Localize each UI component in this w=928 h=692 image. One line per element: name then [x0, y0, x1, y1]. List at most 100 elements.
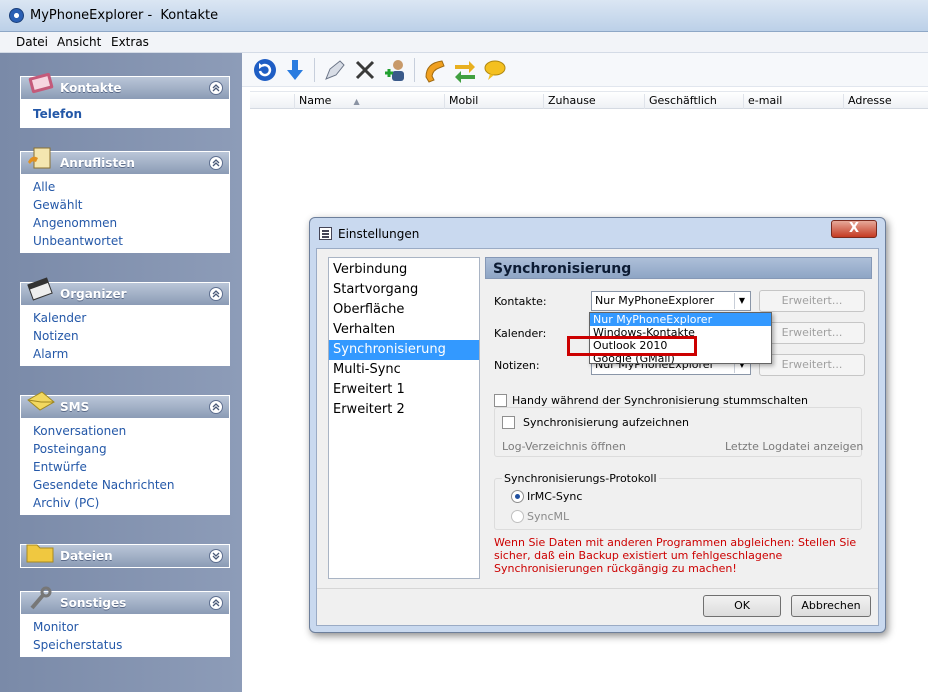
sidebar-item-gesendete[interactable]: Gesendete Nachrichten	[33, 476, 229, 494]
combo-value: Nur MyPhoneExplorer	[595, 294, 715, 307]
warning-line-1: Wenn Sie Daten mit anderen Programmen ab…	[494, 536, 857, 549]
nav-oberflaeche[interactable]: Oberfläche	[329, 300, 479, 320]
panel-kontakte: Kontakte Telefon	[20, 72, 230, 128]
sidebar-item-monitor[interactable]: Monitor	[33, 618, 229, 636]
app-icon	[9, 8, 24, 23]
log-dir-link[interactable]: Log-Verzeichnis öffnen	[502, 440, 626, 453]
close-button[interactable]: X	[831, 220, 877, 238]
collapse-icon[interactable]	[209, 81, 223, 95]
sidebar-item-entwuerfe[interactable]: Entwürfe	[33, 458, 229, 476]
edit-icon[interactable]	[322, 57, 348, 83]
sidebar-item-notizen[interactable]: Notizen	[33, 327, 229, 345]
column-email[interactable]: e-mail	[743, 94, 843, 109]
sidebar-item-posteingang[interactable]: Posteingang	[33, 440, 229, 458]
panel-title: SMS	[60, 400, 90, 414]
column-geschaeftlich[interactable]: Geschäftlich	[644, 94, 743, 109]
sidebar-item-konversationen[interactable]: Konversationen	[33, 422, 229, 440]
nav-verhalten[interactable]: Verhalten	[329, 320, 479, 340]
sidebar-item-speicherstatus[interactable]: Speicherstatus	[33, 636, 229, 654]
download-icon[interactable]	[282, 57, 308, 83]
panel-anruflisten: Anruflisten Alle Gewählt Angenommen Unbe…	[20, 147, 230, 253]
panel-body: Konversationen Posteingang Entwürfe Gese…	[20, 419, 230, 515]
panel-header-dateien[interactable]: Dateien	[20, 544, 230, 568]
panel-header-kontakte[interactable]: Kontakte	[20, 72, 230, 100]
toolbar	[242, 53, 928, 87]
expand-icon[interactable]	[209, 549, 223, 563]
column-mobil[interactable]: Mobil	[444, 94, 543, 109]
label-notizen: Notizen:	[494, 359, 540, 372]
label-kalender: Kalender:	[494, 327, 547, 340]
panel-title: Dateien	[60, 549, 113, 563]
panel-header-sms[interactable]: SMS	[20, 391, 230, 419]
sidebar-item-angenommen[interactable]: Angenommen	[33, 214, 229, 232]
call-icon[interactable]	[422, 57, 448, 83]
collapse-icon[interactable]	[209, 156, 223, 170]
record-checkbox[interactable]	[502, 416, 515, 429]
sync-icon[interactable]	[452, 57, 478, 83]
nav-synchronisierung[interactable]: Synchronisierung	[329, 340, 479, 360]
column-zuhause[interactable]: Zuhause	[543, 94, 644, 109]
sidebar-item-unbeantwortet[interactable]: Unbeantwortet	[33, 232, 229, 250]
column-label: Name	[299, 94, 332, 107]
panel-title: Kontakte	[60, 81, 122, 95]
collapse-icon[interactable]	[209, 596, 223, 610]
sidebar-item-alle[interactable]: Alle	[33, 178, 229, 196]
message-icon[interactable]	[482, 57, 508, 83]
panel-header-organizer[interactable]: Organizer	[20, 277, 230, 306]
menu-datei[interactable]: Datei	[16, 35, 48, 49]
column-name[interactable]: Name ▲	[294, 94, 444, 109]
sidebar-item-alarm[interactable]: Alarm	[33, 345, 229, 363]
sort-ascending-icon: ▲	[353, 97, 360, 106]
last-log-link[interactable]: Letzte Logdatei anzeigen	[725, 440, 863, 453]
add-contact-icon[interactable]	[382, 57, 408, 83]
erweitert-kalender-button[interactable]: Erweitert...	[759, 322, 865, 344]
window-title: MyPhoneExplorer - Kontakte	[30, 8, 219, 23]
section-title: Synchronisierung	[485, 257, 872, 279]
folder-icon	[26, 544, 54, 563]
nav-erweitert-1[interactable]: Erweitert 1	[329, 380, 479, 400]
settings-dialog: Einstellungen X Verbindung Startvorgang …	[309, 217, 886, 633]
panel-title: Sonstiges	[60, 596, 127, 610]
collapse-icon[interactable]	[209, 287, 223, 301]
sidebar: Kontakte Telefon Anruflisten Alle Gewähl…	[0, 53, 241, 692]
dialog-title: Einstellungen	[338, 227, 420, 241]
panel-header-sonstiges[interactable]: Sonstiges	[20, 586, 230, 615]
delete-icon[interactable]	[352, 57, 378, 83]
erweitert-notizen-button[interactable]: Erweitert...	[759, 354, 865, 376]
wrench-icon	[30, 586, 52, 610]
collapse-icon[interactable]	[209, 400, 223, 414]
sidebar-item-telefon[interactable]: Telefon	[33, 103, 229, 125]
sidebar-item-gewaehlt[interactable]: Gewählt	[33, 196, 229, 214]
highlight-box	[567, 336, 697, 356]
warning-line-2: sicher, daß ein Backup existiert um fehl…	[494, 549, 783, 562]
option-nur-myphoneexplorer[interactable]: Nur MyPhoneExplorer	[590, 313, 771, 326]
nav-multi-sync[interactable]: Multi-Sync	[329, 360, 479, 380]
panel-sms: SMS Konversationen Posteingang Entwürfe …	[20, 391, 230, 515]
ok-button[interactable]: OK	[703, 595, 781, 617]
calendar-icon	[27, 277, 53, 301]
syncml-radio[interactable]	[511, 510, 524, 523]
erweitert-kontakte-button[interactable]: Erweitert...	[759, 290, 865, 312]
nav-startvorgang[interactable]: Startvorgang	[329, 280, 479, 300]
panel-header-anruflisten[interactable]: Anruflisten	[20, 147, 230, 175]
combo-kontakte[interactable]: Nur MyPhoneExplorer ▼	[591, 291, 751, 311]
sidebar-item-archiv[interactable]: Archiv (PC)	[33, 494, 229, 512]
nav-erweitert-2[interactable]: Erweitert 2	[329, 400, 479, 420]
nav-verbindung[interactable]: Verbindung	[329, 260, 479, 280]
menu-extras[interactable]: Extras	[111, 35, 149, 49]
sidebar-item-kalender[interactable]: Kalender	[33, 309, 229, 327]
chevron-down-icon[interactable]: ▼	[734, 293, 749, 309]
mute-checkbox[interactable]	[494, 394, 507, 407]
refresh-icon[interactable]	[252, 57, 278, 83]
dialog-client: Verbindung Startvorgang Oberfläche Verha…	[316, 248, 879, 626]
panel-sonstiges: Sonstiges Monitor Speicherstatus	[20, 586, 230, 657]
column-adresse[interactable]: Adresse	[843, 94, 928, 109]
panel-body: Monitor Speicherstatus	[20, 615, 230, 657]
irmc-radio[interactable]	[511, 490, 524, 503]
cancel-button[interactable]: Abbrechen	[791, 595, 871, 617]
address-book-icon	[28, 72, 54, 94]
warning-line-3: Synchronisierungen rückgängig zu machen!	[494, 562, 737, 575]
panel-dateien: Dateien	[20, 544, 230, 568]
menu-ansicht[interactable]: Ansicht	[57, 35, 101, 49]
settings-nav: Verbindung Startvorgang Oberfläche Verha…	[328, 257, 480, 579]
